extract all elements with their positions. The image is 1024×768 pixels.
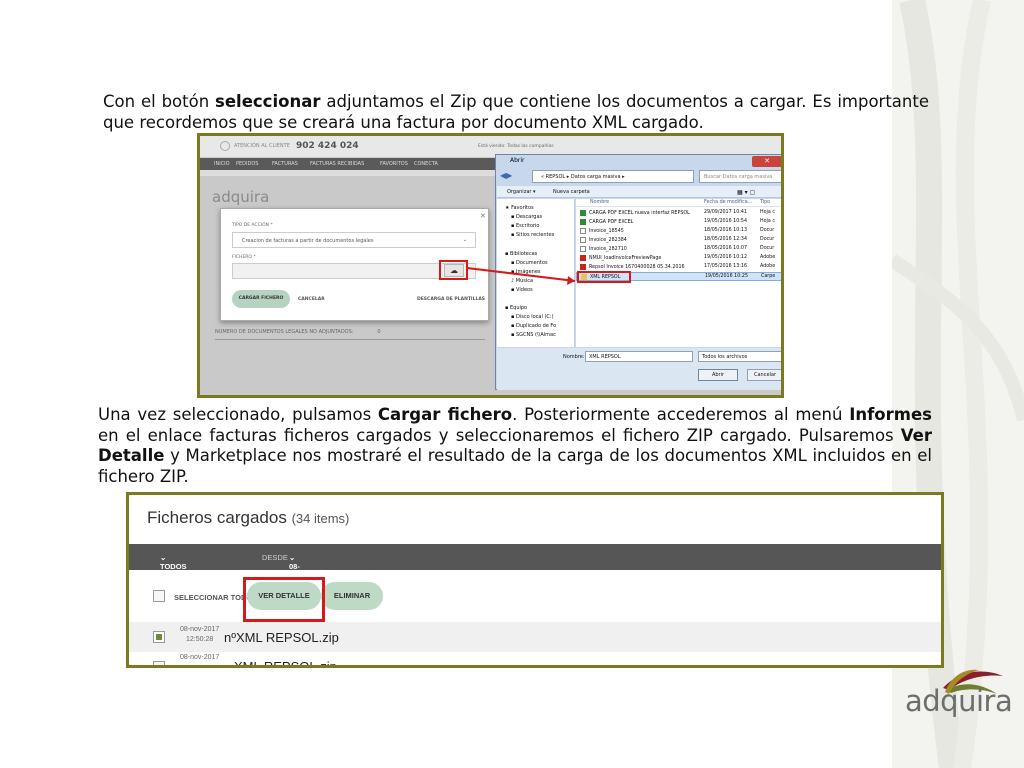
nav-item-favoritos[interactable]: FAVORITOS <box>380 161 408 167</box>
nav-descargas[interactable]: ▪ Descargas <box>511 214 542 220</box>
pdf-file-icon <box>580 264 586 270</box>
pdf-file-icon <box>580 255 586 261</box>
row-date: 08-nov-2017 <box>180 626 220 633</box>
dialog-title: Abrir <box>510 157 525 164</box>
dialog-footer: Nombre: XML REPSOL Todos los archivos Ab… <box>497 348 781 390</box>
page-title: Ficheros cargados (34 items) <box>147 508 350 527</box>
nav-item-facturas-recibidas[interactable]: FACTURAS RECIBIDAS <box>310 161 364 167</box>
items-count: (34 items) <box>291 511 350 526</box>
select-all-checkbox[interactable] <box>153 590 165 602</box>
excel-file-icon <box>580 210 586 216</box>
filename-input[interactable]: XML REPSOL <box>585 351 693 362</box>
since-label: DESDE <box>262 553 288 562</box>
row-checkbox[interactable] <box>153 661 165 665</box>
excel-file-icon <box>580 219 586 225</box>
nav-disco-local[interactable]: ▪ Disco local (C:) <box>511 314 554 320</box>
nav-escritorio[interactable]: ▪ Escritorio <box>511 223 539 229</box>
close-icon[interactable]: ✕ <box>480 212 486 220</box>
nav-bibliotecas[interactable]: ▪ Bibliotecas <box>505 251 537 257</box>
nav-equipo[interactable]: ▪ Equipo <box>505 305 527 311</box>
nav-sitios-recientes[interactable]: ▪ Sitios recientes <box>511 232 554 238</box>
file-row[interactable]: NMUI_loadInvoiceFreviewPage 19/05/2016 10… <box>576 254 781 263</box>
table-row[interactable]: 08-nov-2017 12:50:28 nºXML REPSOL.zip <box>129 622 941 652</box>
navigation-pane: ★ Favoritos ▪ Descargas ▪ Escritorio ▪ S… <box>497 199 575 347</box>
view-icon[interactable]: ▦ ▾ ▢ <box>737 189 755 196</box>
filter-bar: TODOS LOS FICHEROS ⌄ DESDE 08-MAY-2017 ⌄ <box>129 544 941 589</box>
document-file-icon <box>580 228 586 234</box>
dialog-cancel-button[interactable]: Cancelar <box>747 369 781 381</box>
row-file-name[interactable]: nºXML REPSOL.zip <box>224 630 339 645</box>
row-time: 12:50:28 <box>186 636 214 643</box>
row-checkbox[interactable] <box>153 631 165 643</box>
nav-sgcns[interactable]: ▪ SGCNS (\\Almac <box>511 332 556 338</box>
chevron-down-icon: ⌄ <box>462 237 467 243</box>
nav-item-conecta[interactable]: CONECTA <box>414 161 438 167</box>
close-icon[interactable]: ✕ <box>752 156 781 167</box>
highlight-box <box>243 577 325 622</box>
document-file-icon <box>580 237 586 243</box>
docs-counter: NUMERO DE DOCUMENTOS LEGALES NO ADJUNTAD… <box>215 329 381 335</box>
column-name[interactable]: Nombre <box>590 200 609 205</box>
column-date[interactable]: Fecha de modifica... <box>704 200 752 205</box>
filter-all-files[interactable]: TODOS LOS FICHEROS ⌄ <box>160 553 199 589</box>
delete-button[interactable]: ELIMINAR <box>321 582 383 610</box>
file-row[interactable]: Invoice_282384 18/05/2016 12:34 Docur <box>576 236 781 245</box>
file-row[interactable]: CARGA PDF EXCEL nueva interfaz REPSOL 29/… <box>576 209 781 218</box>
nav-item-pedidos[interactable]: PEDIDOS <box>236 161 258 167</box>
file-row[interactable]: CARGA PDF EXCEL 19/05/2016 10:54 Hoja c <box>576 218 781 227</box>
app-logo: adquira <box>212 188 270 206</box>
download-templates-link[interactable]: DESCARGA DE PLANTILLAS <box>417 297 485 302</box>
filename-label: Nombre: <box>563 354 585 360</box>
open-button[interactable]: Abrir <box>698 369 738 381</box>
file-row[interactable]: Invoice_18545 18/05/2016 10:13 Docur <box>576 227 781 236</box>
brand-logo-text: adquira <box>905 684 1013 718</box>
load-file-button[interactable]: CARGAR FICHERO <box>232 290 290 308</box>
table-row[interactable]: 08-nov-2017 XML REPSOL.zip <box>129 652 941 665</box>
nav-documentos[interactable]: ▪ Documentos <box>511 260 548 266</box>
select-all-label: SELECCIONAR TODO <box>174 593 253 602</box>
back-forward-icon[interactable]: ◀▶ <box>500 171 512 180</box>
upload-modal: ✕ TIPO DE ACCIÓN * Creacion de facturas … <box>220 208 489 321</box>
organize-button[interactable]: Organizar ▾ <box>507 189 536 195</box>
screenshot-loaded-files: Ficheros cargados (34 items) TODOS LOS F… <box>126 492 944 668</box>
file-type-select[interactable]: Todos los archivos <box>698 351 781 362</box>
nav-item-inicio[interactable]: INICIO <box>214 161 230 167</box>
cancel-link[interactable]: CANCELAR <box>298 297 325 302</box>
nav-duplicado[interactable]: ▪ Duplicado de Fo <box>511 323 556 329</box>
new-folder-button[interactable]: Nueva carpeta <box>553 189 590 195</box>
nav-musica[interactable]: ♪ Música <box>511 278 533 284</box>
nav-imagenes[interactable]: ▪ Imágenes <box>511 269 541 275</box>
action-type-select[interactable]: Creacion de facturas a partir de documen… <box>232 232 476 248</box>
phone-number: 902 424 024 <box>296 141 359 151</box>
company-selector[interactable]: Está viendo: Todas las compañías <box>478 144 554 149</box>
action-type-label: TIPO DE ACCIÓN * <box>232 223 273 228</box>
nav-videos[interactable]: ▪ Vídeos <box>511 287 533 293</box>
highlight-box <box>577 271 631 283</box>
nav-favoritos[interactable]: ★ Favoritos <box>505 205 534 211</box>
file-label: FICHERO * <box>232 255 256 260</box>
support-icon <box>220 141 230 151</box>
column-type[interactable]: Tipo <box>760 200 770 205</box>
row-date: 08-nov-2017 <box>180 654 220 661</box>
file-open-dialog: Abrir ✕ ◀▶ « REPSOL ▸ Datos carga masiva… <box>495 154 781 390</box>
document-file-icon <box>580 246 586 252</box>
instruction-paragraph-2: Una vez seleccionado, pulsamos Cargar fi… <box>98 405 932 486</box>
file-row[interactable]: Invoice_282710 18/05/2016 10:07 Docur <box>576 245 781 254</box>
address-bar[interactable]: « REPSOL ▸ Datos carga masiva ▸ <box>532 170 694 183</box>
dialog-toolbar: Organizar ▾ Nueva carpeta ▦ ▾ ▢ <box>497 186 781 198</box>
search-input[interactable]: Buscar Datos carga masiva <box>699 170 781 183</box>
screenshot-upload-dialog: ATENCIÓN AL CLIENTE 902 424 024 Está vie… <box>197 133 784 398</box>
file-list-header: Nombre Fecha de modifica... Tipo <box>576 199 781 207</box>
nav-item-facturas[interactable]: FACTURAS <box>272 161 298 167</box>
since-date-select[interactable]: 08-MAY-2017 ⌄ <box>289 553 307 589</box>
attention-label: ATENCIÓN AL CLIENTE <box>234 143 290 149</box>
row-file-name[interactable]: XML REPSOL.zip <box>234 659 337 665</box>
highlight-box <box>439 260 468 280</box>
divider <box>215 339 485 340</box>
instruction-paragraph-1: Con el botón seleccionar adjuntamos el Z… <box>103 92 929 132</box>
